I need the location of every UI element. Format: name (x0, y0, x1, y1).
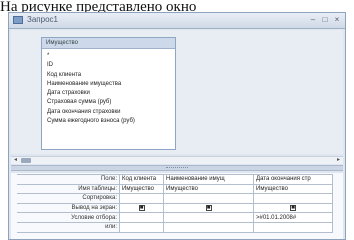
grid-cell[interactable]: Код клиента (119, 174, 164, 185)
grid-row-criteria: Условие отбора: >#01.01.2008# (17, 212, 333, 223)
field-item[interactable]: Дата окончания страховки (47, 108, 175, 117)
grid-cell[interactable] (119, 221, 164, 233)
grid-row-or: или: (17, 221, 333, 233)
query-icon (13, 16, 23, 24)
show-checkbox[interactable]: ■ (290, 204, 296, 211)
row-label: Вывод на экран: (17, 202, 120, 214)
grid-cell[interactable] (163, 193, 254, 204)
grid-cell: ■ (163, 202, 254, 214)
grid-cell[interactable]: >#01.01.2008# (253, 212, 333, 223)
maximize-button[interactable]: □ (320, 14, 330, 25)
row-label: или: (17, 221, 120, 233)
scroll-left-icon[interactable]: ◂ (12, 157, 19, 164)
query-design-window: Запрос1 – □ × Имущество * ID Код клиента… (8, 12, 346, 240)
grid-cell[interactable] (163, 212, 254, 223)
field-item[interactable]: Дата страховки (47, 89, 175, 98)
table-pane: Имущество * ID Код клиента Наименование … (11, 30, 343, 154)
grid-cell[interactable] (253, 193, 333, 204)
window-title: Запрос1 (27, 15, 58, 24)
row-label: Поле: (17, 174, 120, 185)
window-controls: – □ × (308, 14, 342, 25)
show-checkbox[interactable]: ■ (205, 204, 212, 211)
close-button[interactable]: × (332, 14, 342, 25)
field-item[interactable]: Наименование имущества (47, 80, 175, 89)
grid-cell[interactable]: Дата окончания стр (253, 174, 333, 185)
field-list-table[interactable]: Имущество * ID Код клиента Наименование … (41, 37, 176, 150)
pane-splitter[interactable] (11, 165, 343, 171)
field-list-title[interactable]: Имущество (42, 38, 175, 49)
grid-cell: ■ (119, 202, 164, 214)
grid-cell[interactable]: Имущество (163, 183, 254, 195)
field-item[interactable]: * (47, 52, 175, 61)
field-item[interactable]: Код клиента (47, 71, 175, 80)
title-bar[interactable]: Запрос1 – □ × (9, 13, 345, 29)
field-item[interactable]: Сумма ежегодного взноса (руб) (47, 117, 175, 126)
show-checkbox[interactable]: ■ (138, 204, 145, 211)
grid-row-field: Поле: Код клиента Наименование имущ Дата… (17, 174, 333, 185)
field-list: * ID Код клиента Наименование имущества … (42, 49, 175, 126)
grid-cell[interactable] (253, 221, 333, 233)
grid-cell[interactable]: Наименование имущ (163, 174, 254, 185)
grid-row-table: Имя таблицы: Имущество Имущество Имущест… (17, 183, 333, 195)
grid-cell[interactable]: Имущество (253, 183, 333, 195)
splitter-grip-icon[interactable] (166, 167, 188, 170)
grid-cell[interactable] (163, 221, 254, 233)
grid-row-sort: Сортировка: (17, 193, 333, 204)
horizontal-scrollbar[interactable]: ◂ ▸ (11, 156, 343, 164)
qbe-grid: Поле: Код клиента Наименование имущ Дата… (17, 174, 333, 233)
row-label: Условие отбора: (17, 212, 120, 223)
grid-cell[interactable] (119, 212, 164, 223)
field-item[interactable]: Страховая сумма (руб) (47, 98, 175, 107)
qbe-grid-pane: Поле: Код клиента Наименование имущ Дата… (11, 173, 343, 239)
grid-row-show: Вывод на экран: ■ ■ ■ (17, 202, 333, 214)
row-label: Сортировка: (17, 193, 120, 204)
scroll-right-icon[interactable]: ▸ (335, 157, 342, 164)
minimize-button[interactable]: – (308, 14, 318, 25)
row-label: Имя таблицы: (17, 183, 120, 195)
grid-cell[interactable]: Имущество (119, 183, 164, 195)
grid-cell[interactable] (119, 193, 164, 204)
field-item[interactable]: ID (47, 61, 175, 70)
grid-cell: ■ (253, 202, 333, 214)
scroll-thumb[interactable] (21, 158, 31, 163)
